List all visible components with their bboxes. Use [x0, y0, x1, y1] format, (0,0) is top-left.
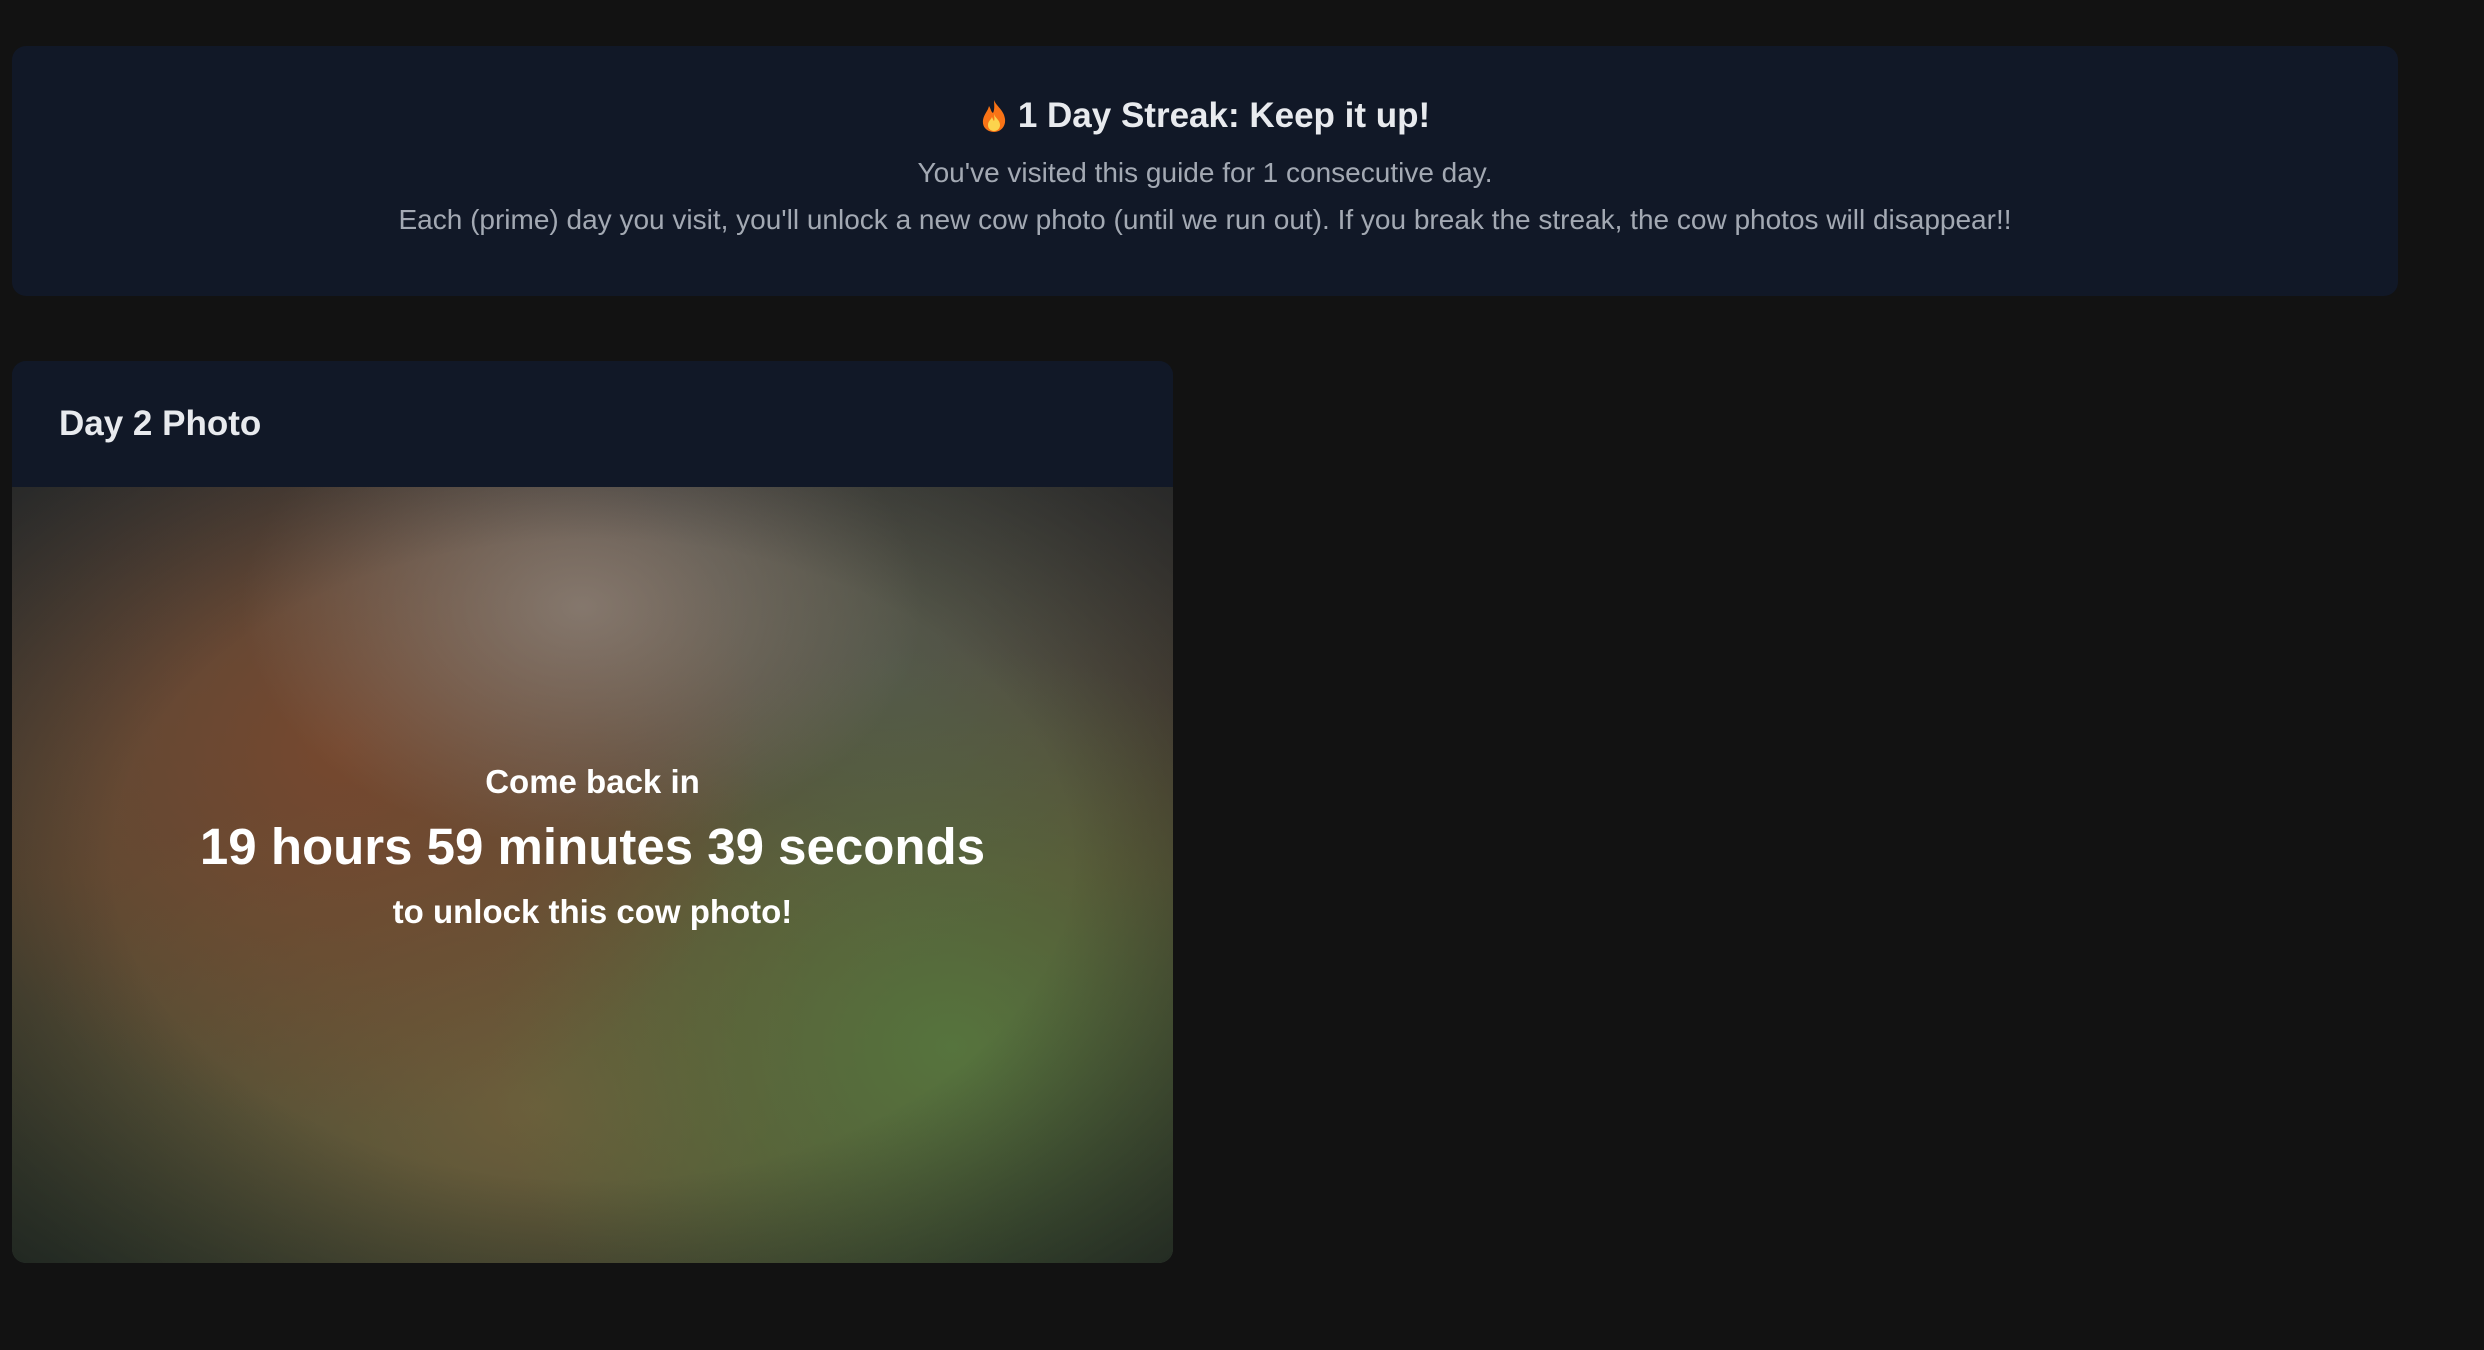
streak-title-row: 1 Day Streak: Keep it up! — [12, 94, 2398, 138]
countdown-timer: 19 hours 59 minutes 39 seconds — [199, 818, 986, 875]
photo-card-header: Day 2 Photo — [12, 361, 1173, 487]
streak-title: 1 Day Streak: Keep it up! — [1017, 96, 1431, 135]
unlock-countdown-overlay: Come back in 19 hours 59 minutes 39 seco… — [12, 487, 1173, 1263]
streak-banner: 1 Day Streak: Keep it up! You've visited… — [12, 46, 2398, 296]
streak-description: Each (prime) day you visit, you'll unloc… — [398, 204, 2012, 235]
photo-card-title: Day 2 Photo — [59, 404, 262, 443]
page: 1 Day Streak: Keep it up! You've visited… — [0, 0, 2484, 1350]
come-back-text: Come back in — [485, 763, 700, 800]
streak-subtitle: You've visited this guide for 1 consecut… — [917, 157, 1493, 188]
day-photo-card: Day 2 Photo Come back in 19 hours 59 min… — [12, 361, 1173, 1263]
flame-icon — [980, 99, 1008, 133]
unlock-text: to unlock this cow photo! — [392, 893, 793, 930]
locked-photo: Come back in 19 hours 59 minutes 39 seco… — [12, 487, 1173, 1263]
